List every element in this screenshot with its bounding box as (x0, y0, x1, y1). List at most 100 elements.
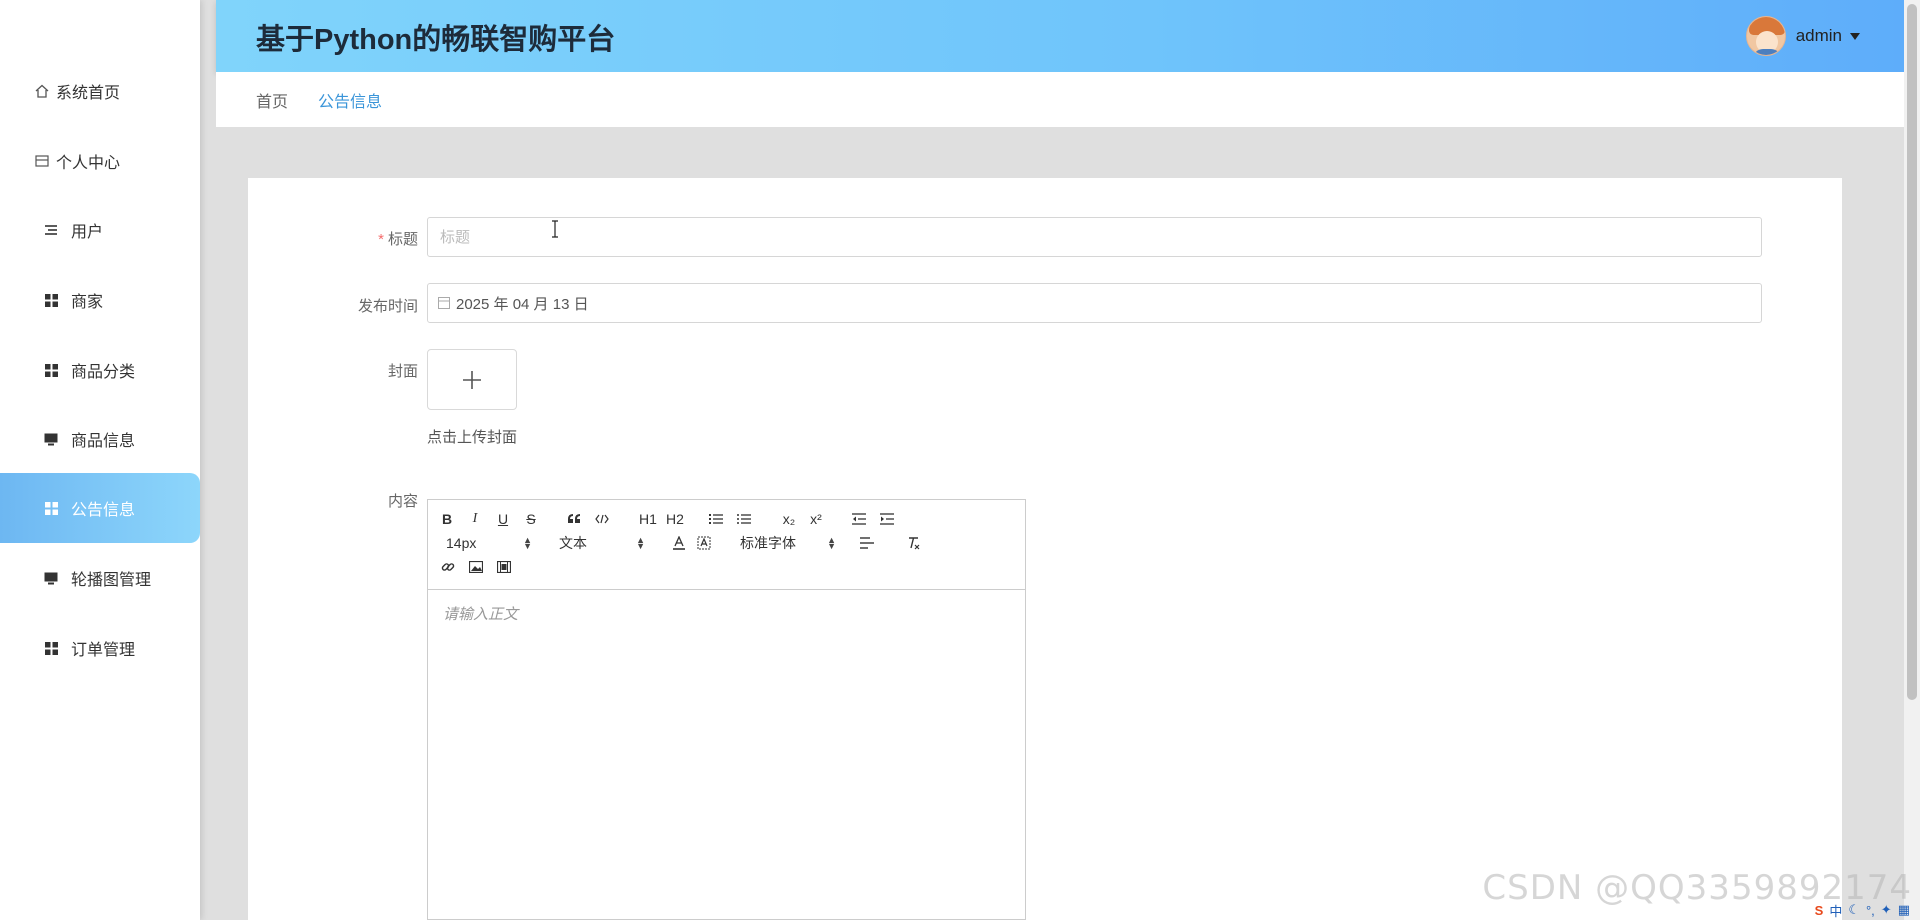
sidebar-item-label: 商家 (71, 294, 104, 311)
plus-icon (463, 370, 481, 389)
outdent-icon (852, 513, 866, 525)
title-label: * 标题 (378, 231, 418, 248)
sidebar-item-users[interactable]: 用户 (0, 195, 200, 265)
ordered-list-button[interactable] (708, 510, 724, 528)
moon-icon[interactable]: ☾ (1848, 902, 1860, 918)
required-mark: * (378, 231, 384, 248)
bold-button[interactable]: B (440, 510, 454, 528)
user-name: admin (1795, 26, 1842, 45)
font-size-select[interactable]: 14px ▲ ▼ (446, 534, 532, 552)
font-family-select[interactable]: 标准字体 ▲ ▼ (740, 534, 836, 552)
breadcrumb: 首页 公告信息 (216, 72, 1904, 127)
scrollbar-thumb[interactable] (1907, 4, 1917, 700)
video-button[interactable] (496, 558, 512, 576)
sidebar-item-carousel[interactable]: 轮播图管理 (0, 543, 200, 613)
sidebar-item-label: 系统首页 (56, 85, 121, 102)
top-header: 基于Python的畅联智购平台 admin (216, 0, 1904, 72)
sidebar-item-orders[interactable]: 订单管理 (0, 613, 200, 683)
sidebar-item-label: 商品信息 (71, 433, 136, 450)
sidebar: 系统首页 个人中心 用户 商家 商品分类 商品信息 公告信息 轮播图管理 订单管… (0, 0, 200, 920)
quote-icon (568, 514, 581, 523)
monitor-icon (43, 431, 59, 447)
sidebar-item-home[interactable]: 系统首页 (0, 56, 200, 126)
h1-button[interactable]: H1 (638, 510, 658, 528)
grid-icon (43, 640, 59, 656)
indent-icon (880, 513, 894, 525)
keyboard-icon[interactable]: ▦ (1898, 902, 1910, 918)
superscript-button[interactable]: x² (807, 510, 825, 528)
rich-text-editor: B I U S H1 H2 x₂ x² 14px ▲ ▼ 文本 ▲ ▼ 标准字体… (427, 499, 1026, 920)
shirt-icon[interactable]: ✦ (1881, 902, 1892, 918)
date-picker[interactable]: 2025 年 04 月 13 日 (427, 283, 1762, 323)
text-cursor-icon (552, 220, 558, 238)
breadcrumb-home[interactable]: 首页 (256, 88, 288, 112)
ime-mode-label[interactable]: 中 (1829, 901, 1842, 920)
punctuation-icon[interactable]: °, (1866, 903, 1875, 918)
sidebar-item-profile[interactable]: 个人中心 (0, 126, 200, 196)
sidebar-item-announcements[interactable]: 公告信息 (0, 473, 200, 543)
calendar-icon (438, 297, 450, 309)
clear-format-icon (909, 537, 920, 550)
italic-button[interactable]: I (468, 510, 482, 528)
cover-upload-button[interactable] (427, 349, 517, 410)
caret-down-icon (1850, 32, 1860, 40)
sidebar-item-categories[interactable]: 商品分类 (0, 335, 200, 405)
user-menu[interactable]: admin (1745, 16, 1860, 56)
avatar (1745, 16, 1786, 56)
image-button[interactable] (468, 558, 484, 576)
sidebar-item-merchants[interactable]: 商家 (0, 265, 200, 335)
font-color-button[interactable] (671, 534, 687, 552)
blockquote-button[interactable] (567, 510, 583, 528)
date-label: 发布时间 (357, 298, 418, 315)
link-button[interactable] (440, 558, 456, 576)
ordered-list-icon (709, 514, 723, 524)
font-color-icon (673, 536, 685, 550)
sidebar-item-label: 用户 (71, 224, 104, 241)
editor-placeholder: 请输入正文 (443, 606, 519, 623)
indent-button[interactable] (879, 510, 895, 528)
date-value: 2025 年 04 月 13 日 (456, 295, 589, 313)
title-input[interactable] (428, 218, 1761, 256)
cover-upload-hint: 点击上传封面 (427, 429, 518, 446)
sidebar-item-label: 公告信息 (71, 502, 136, 519)
underline-button[interactable]: U (496, 510, 510, 528)
announcement-form: *标题 发布时间 2025 年 04 月 13 日 封面 点击上传封面 内容 B… (248, 178, 1842, 920)
editor-content-area[interactable]: 请输入正文 (428, 591, 1025, 919)
sidebar-item-label: 订单管理 (71, 642, 136, 659)
sidebar-item-label: 商品分类 (71, 364, 136, 381)
image-icon (469, 561, 483, 573)
outdent-button[interactable] (851, 510, 867, 528)
video-icon (497, 561, 511, 573)
app-title: 基于Python的畅联智购平台 (256, 24, 616, 56)
subscript-button[interactable]: x₂ (780, 510, 798, 528)
align-button[interactable] (859, 534, 875, 552)
bullet-list-button[interactable] (736, 510, 752, 528)
background-color-button[interactable] (696, 534, 712, 552)
code-block-button[interactable] (594, 510, 610, 528)
code-icon (595, 514, 609, 524)
clear-format-button[interactable] (905, 534, 921, 552)
grid-icon (43, 292, 59, 308)
cover-label: 封面 (387, 363, 418, 380)
ime-logo-icon[interactable]: S (1815, 903, 1824, 918)
align-left-icon (860, 537, 874, 549)
title-field[interactable] (427, 217, 1762, 257)
header-select[interactable]: 文本 ▲ ▼ (559, 534, 645, 552)
link-icon (441, 563, 455, 571)
h2-button[interactable]: H2 (665, 510, 685, 528)
list-icon (43, 222, 59, 238)
ime-tray: S 中 ☾ °, ✦ ▦ (1815, 900, 1910, 920)
strike-button[interactable]: S (524, 510, 538, 528)
highlight-icon (697, 536, 711, 550)
bullet-list-icon (737, 514, 751, 524)
grid-icon (43, 500, 59, 516)
editor-toolbar: B I U S H1 H2 x₂ x² 14px ▲ ▼ 文本 ▲ ▼ 标准字体… (428, 500, 1025, 590)
content-label: 内容 (387, 493, 418, 510)
sidebar-item-label: 个人中心 (56, 155, 121, 172)
sidebar-item-label: 轮播图管理 (71, 572, 152, 589)
grid-icon (43, 362, 59, 378)
page-scrollbar[interactable] (1904, 0, 1920, 920)
breadcrumb-current[interactable]: 公告信息 (318, 88, 382, 112)
sidebar-item-products[interactable]: 商品信息 (0, 404, 200, 474)
monitor-icon (43, 570, 59, 586)
